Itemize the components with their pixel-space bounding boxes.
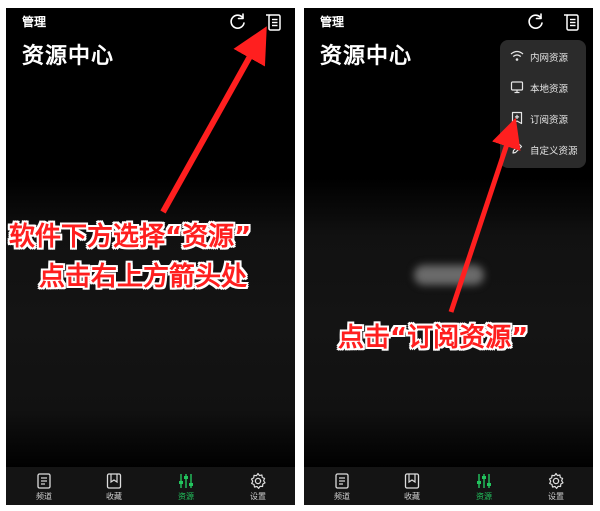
menu-label: 自定义资源 <box>530 146 578 157</box>
tab-label: 设置 <box>548 492 564 501</box>
document-icon <box>37 473 51 489</box>
gear-icon <box>548 472 564 489</box>
menu-item-custom[interactable]: 自定义资源 <box>500 135 586 163</box>
gear-icon <box>250 472 266 489</box>
tab-settings[interactable]: 设置 <box>534 467 578 505</box>
blurred-placeholder <box>414 265 484 285</box>
bookmark-icon <box>404 473 420 489</box>
menu-item-local[interactable]: 本地资源 <box>500 73 586 101</box>
list-menu-icon[interactable] <box>264 12 284 32</box>
bookmark-icon <box>106 473 122 489</box>
annotation-text: 点击“订阅资源” <box>338 323 529 353</box>
menu-label: 本地资源 <box>530 84 569 95</box>
menu-label: 内网资源 <box>530 53 569 64</box>
tab-favorites[interactable]: 收藏 <box>92 467 136 505</box>
edit-icon <box>512 143 523 154</box>
manage-label[interactable]: 管理 <box>22 13 46 30</box>
tab-label: 收藏 <box>106 492 122 501</box>
annotation-text: 软件下方选择“资源” <box>9 222 252 252</box>
tab-favorites[interactable]: 收藏 <box>390 467 434 505</box>
bookmark-plus-icon <box>511 111 523 125</box>
bottom-tab-bar: 频道 收藏 资源 设置 <box>6 467 295 505</box>
annotation-text: 点击右上方箭头处 <box>39 262 248 292</box>
page-title: 资源中心 <box>320 44 413 69</box>
menu-item-subscription[interactable]: 订阅资源 <box>500 104 586 132</box>
tab-label: 资源 <box>476 492 492 501</box>
tab-channel[interactable]: 频道 <box>22 467 66 505</box>
tab-resources[interactable]: 资源 <box>164 467 208 505</box>
page-title: 资源中心 <box>22 44 115 69</box>
tab-label: 设置 <box>250 492 266 501</box>
tab-settings[interactable]: 设置 <box>236 467 280 505</box>
monitor-icon <box>510 81 524 94</box>
manage-label[interactable]: 管理 <box>320 13 344 30</box>
tab-label: 频道 <box>334 492 350 501</box>
document-icon <box>335 473 349 489</box>
tab-channel[interactable]: 频道 <box>320 467 364 505</box>
tab-label: 收藏 <box>404 492 420 501</box>
wifi-icon <box>510 50 524 61</box>
refresh-icon[interactable] <box>228 12 248 32</box>
tab-label: 频道 <box>36 492 52 501</box>
phone-screen-right: 管理 资源中心 内网资源 本地资源 订阅资源 自定义资源 频道 收藏 资源 设置 <box>304 8 593 505</box>
tab-resources[interactable]: 资源 <box>462 467 506 505</box>
sliders-icon <box>477 474 491 488</box>
resource-dropdown-menu: 内网资源 本地资源 订阅资源 自定义资源 <box>500 40 586 168</box>
sliders-icon <box>179 474 193 488</box>
tab-label: 资源 <box>178 492 194 501</box>
refresh-icon[interactable] <box>526 12 546 32</box>
bottom-tab-bar: 频道 收藏 资源 设置 <box>304 467 593 505</box>
menu-item-intranet[interactable]: 内网资源 <box>500 42 586 70</box>
list-menu-icon[interactable] <box>562 12 582 32</box>
menu-label: 订阅资源 <box>530 115 569 126</box>
